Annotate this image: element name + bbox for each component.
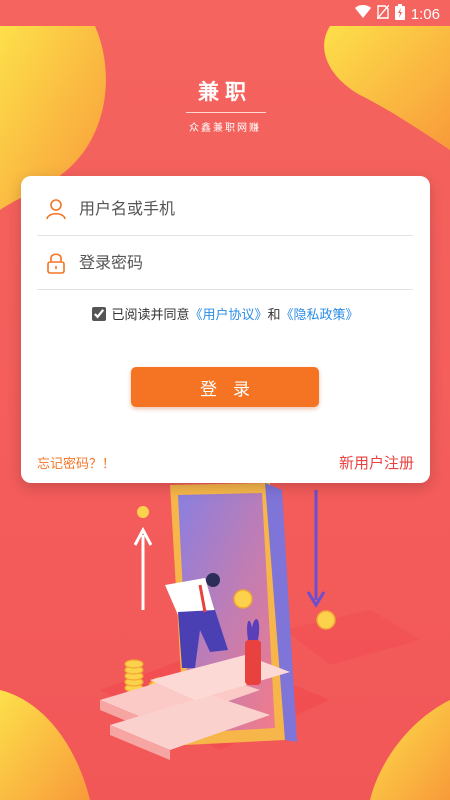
password-input[interactable] — [79, 253, 413, 272]
lock-icon — [45, 252, 67, 274]
username-field — [37, 182, 413, 236]
wifi-icon — [354, 5, 371, 23]
app-subtitle: 众鑫兼职网赚 — [189, 123, 261, 134]
user-agreement-link[interactable]: 《用户协议》 — [189, 304, 267, 323]
password-field — [37, 236, 413, 290]
agreement-row: 已阅读并同意 《用户协议》 和 《隐私政策》 — [21, 304, 430, 323]
status-icons: 1:06 — [354, 4, 440, 24]
agree-and: 和 — [267, 308, 281, 323]
privacy-policy-link[interactable]: 《隐私政策》 — [281, 304, 359, 323]
agree-prefix: 已阅读并同意 — [111, 308, 190, 323]
agree-checkbox[interactable] — [92, 306, 107, 321]
register-link[interactable]: 新用户注册 — [339, 452, 414, 473]
login-button[interactable]: 登录 — [131, 367, 319, 407]
login-card: 已阅读并同意 《用户协议》 和 《隐私政策》 登录 忘记密码？！ 新用户注册 — [21, 176, 430, 483]
app-title: 兼职 — [198, 80, 252, 104]
title-divider — [186, 112, 266, 113]
status-bar: 1:06 — [0, 0, 450, 26]
battery-icon — [394, 4, 405, 24]
no-sim-icon — [376, 4, 390, 23]
status-time: 1:06 — [410, 5, 440, 23]
forgot-password-link[interactable]: 忘记密码？！ — [37, 453, 115, 472]
user-icon — [45, 198, 67, 220]
username-input[interactable] — [79, 199, 413, 218]
